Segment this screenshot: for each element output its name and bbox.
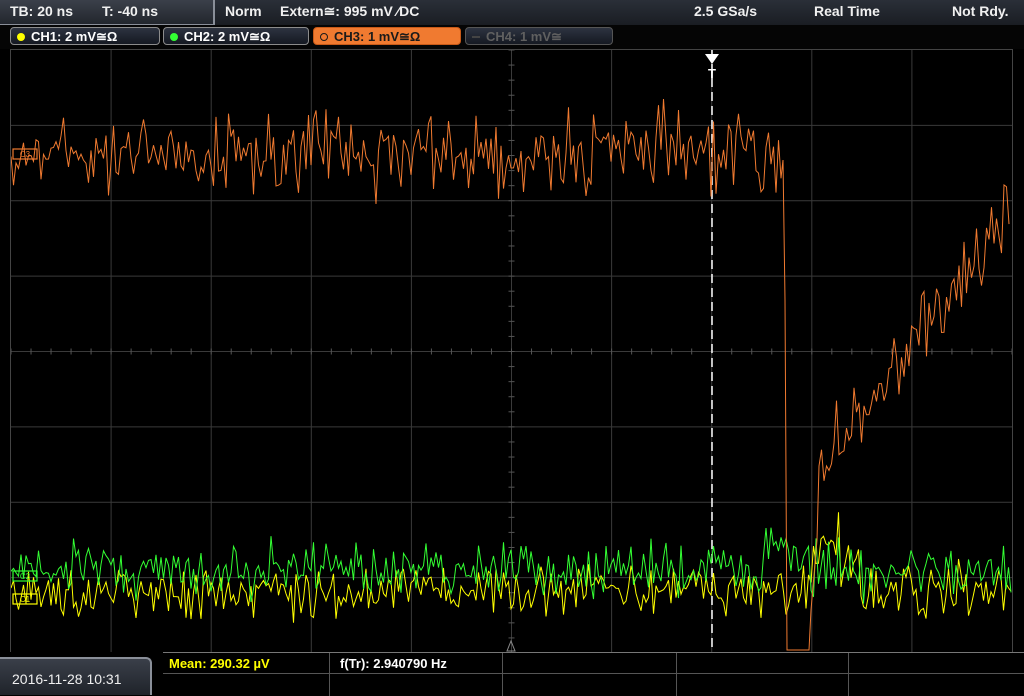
ch4-label: CH4: 1 mV≅	[486, 29, 562, 44]
acquisition-state: Not Rdy.	[952, 3, 1009, 19]
channel-tab-ch2[interactable]: CH2: 2 mV≅Ω	[163, 27, 309, 45]
trigger-marker-label: T	[708, 66, 716, 81]
svg-text:C3: C3	[20, 150, 31, 159]
trigger-arrow-icon[interactable]	[705, 54, 719, 64]
measurement-table[interactable]: Mean: 290.32 µV f(Tr): 2.940790 Hz	[163, 652, 1024, 696]
acquisition-mode[interactable]: Real Time	[814, 3, 880, 19]
datetime-box: 2016-11-28 10:31	[0, 657, 152, 695]
trigger-source[interactable]: Extern≅: 995 mV ∕DC	[280, 3, 419, 20]
status-bar: TB: 20 ns T: -40 ns Norm Extern≅: 995 mV…	[0, 0, 1024, 26]
ch1-label: CH1: 2 mV≅Ω	[31, 29, 118, 44]
measurement-cell-3[interactable]	[503, 653, 677, 674]
measurement-cell-freq[interactable]: f(Tr): 2.940790 Hz	[330, 653, 503, 674]
waveform-svg: T C3 C2 C1	[11, 50, 1012, 653]
datetime-label: 2016-11-28 10:31	[12, 671, 122, 687]
channel-tab-ch3[interactable]: CH3: 1 mV≅Ω	[313, 27, 461, 45]
sample-rate[interactable]: 2.5 GSa/s	[694, 3, 757, 19]
measurement-cell-6[interactable]	[163, 674, 330, 696]
trigger-mode[interactable]: Norm	[225, 3, 262, 19]
ch4-color-dot	[472, 36, 480, 38]
measurement-cell-4[interactable]	[677, 653, 849, 674]
frequency-measurement: f(Tr): 2.940790 Hz	[340, 656, 447, 671]
measurement-cell-5[interactable]	[849, 653, 1024, 674]
bottom-bar: 2016-11-28 10:31 Mean: 290.32 µV f(Tr): …	[0, 652, 1024, 696]
measurement-cell-7[interactable]	[330, 674, 503, 696]
ch3-level-marker[interactable]: C3	[12, 148, 38, 160]
ch1-color-dot	[17, 33, 25, 41]
timebase-box[interactable]: TB: 20 ns T: -40 ns	[0, 0, 215, 25]
channel-tabs: CH1: 2 mV≅Ω CH2: 2 mV≅Ω CH3: 1 mV≅Ω CH4:…	[0, 25, 1024, 49]
channel-tab-ch4[interactable]: CH4: 1 mV≅	[465, 27, 613, 45]
timebase-label: TB: 20 ns	[10, 3, 74, 19]
mean-measurement: Mean: 290.32 µV	[169, 656, 270, 671]
measurement-cell-8[interactable]	[503, 674, 677, 696]
channel-tab-ch1[interactable]: CH1: 2 mV≅Ω	[10, 27, 160, 45]
ch2-label: CH2: 2 mV≅Ω	[184, 29, 271, 44]
ch3-label: CH3: 1 mV≅Ω	[334, 29, 421, 44]
measurement-cell-9[interactable]	[677, 674, 849, 696]
measurement-cell-mean[interactable]: Mean: 290.32 µV	[163, 653, 330, 674]
svg-text:C1: C1	[20, 595, 31, 604]
ch2-color-dot	[170, 33, 178, 41]
measurement-cell-10[interactable]	[849, 674, 1024, 696]
waveform-display[interactable]: T C3 C2 C1	[10, 49, 1013, 654]
trigger-position-label: T: -40 ns	[102, 3, 159, 19]
ch3-color-dot	[320, 33, 328, 41]
svg-text:C2: C2	[20, 572, 31, 581]
